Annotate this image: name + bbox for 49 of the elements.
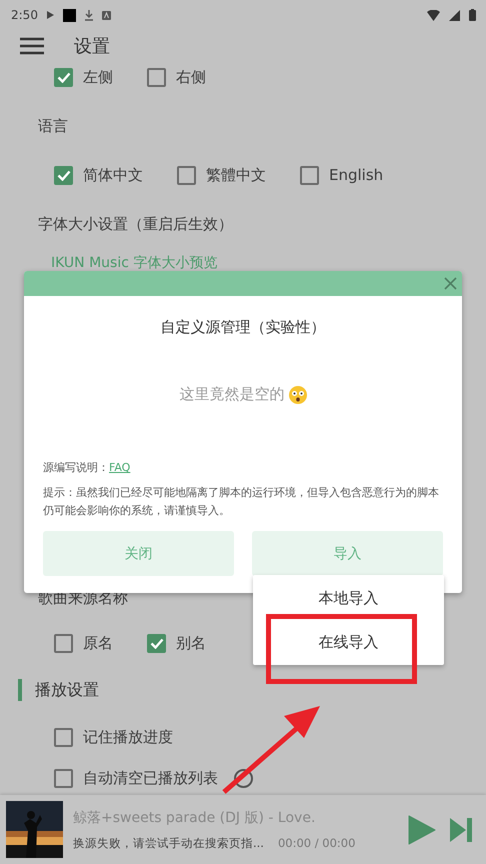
help-icon[interactable]: [234, 768, 253, 788]
checkbox[interactable]: [54, 728, 73, 746]
checkbox[interactable]: [54, 634, 73, 652]
menu-icon[interactable]: [20, 37, 44, 55]
checkbox[interactable]: [54, 166, 73, 184]
font-preview: IKUN Music 字体大小预览: [51, 254, 218, 273]
option-label: 别名: [176, 634, 206, 652]
empty-message: 这里竟然是空的: [180, 385, 284, 404]
option-label: 左侧: [83, 68, 113, 86]
next-icon[interactable]: [450, 816, 472, 842]
section-marker: [18, 679, 22, 701]
signal-icon: [449, 10, 460, 20]
square-icon: [62, 8, 76, 22]
battery-icon: [469, 9, 476, 21]
checkbox[interactable]: [300, 166, 319, 184]
status-message: 换源失败，请尝试手动在搜索页指...: [73, 836, 264, 850]
menu-item[interactable]: 在线导入: [253, 620, 444, 664]
checkbox[interactable]: [147, 68, 166, 86]
checkbox[interactable]: [54, 68, 73, 86]
song-title: 鲸落+sweets parade (DJ 版) - Love.: [73, 808, 316, 826]
dialog-button[interactable]: 关闭: [43, 531, 234, 576]
app-icon: [102, 10, 111, 20]
option-label: English: [329, 166, 384, 184]
hint-text: 提示：虽然我们已经尽可能地隔离了脚本的运行环境，但导入包含恶意行为的脚本仍可能会影响你的系统，请谨慎导入。: [43, 485, 440, 519]
play-time: 00:00 / 00:00: [278, 836, 356, 850]
play-icon: [46, 11, 54, 19]
checkbox[interactable]: [54, 768, 73, 788]
checkbox[interactable]: [147, 634, 166, 652]
option-label: 自动清空已播放列表: [83, 768, 218, 788]
option-label: 右侧: [176, 68, 206, 86]
dialog-button[interactable]: 导入: [252, 531, 443, 576]
emoji-icon: [288, 386, 306, 404]
faq-link[interactable]: FAQ: [109, 461, 130, 474]
checkbox[interactable]: [177, 166, 196, 184]
option-label: 简体中文: [83, 166, 143, 184]
setting-label: 字体大小设置（重启后生效）: [38, 214, 233, 234]
option-label: 原名: [83, 634, 113, 652]
setting-label: 语言: [38, 116, 68, 136]
option-label: 记住播放进度: [83, 728, 173, 746]
option-label: 繁體中文: [206, 166, 266, 184]
wifi-icon: [427, 10, 440, 20]
clock: 2:50: [11, 8, 38, 22]
close-icon[interactable]: [444, 277, 457, 290]
play-icon[interactable]: [408, 814, 436, 844]
dialog-title: 自定义源管理（实验性）: [160, 318, 326, 337]
download-icon: [84, 10, 93, 20]
section-title: 播放设置: [35, 680, 99, 700]
source-note: 源编写说明：FAQ: [43, 460, 132, 475]
page-title: 设置: [74, 35, 110, 58]
